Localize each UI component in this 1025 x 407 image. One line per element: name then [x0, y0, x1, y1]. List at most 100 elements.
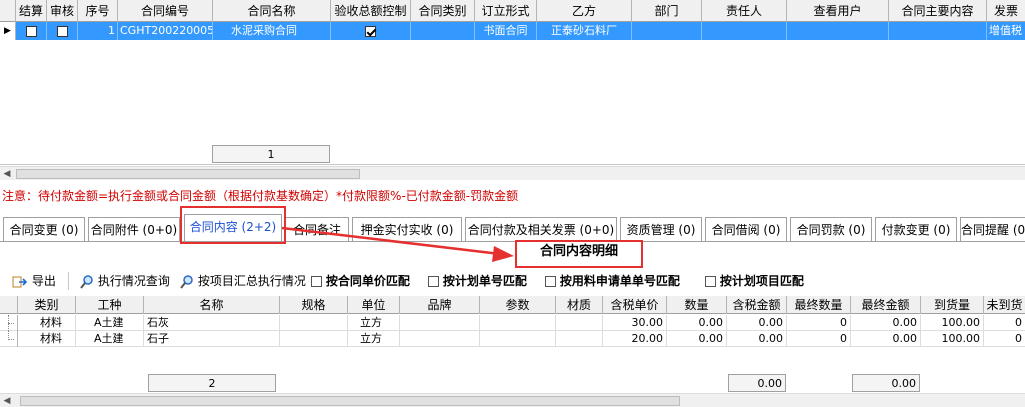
col-header[interactable]: 单位	[348, 296, 400, 314]
col-header[interactable]: 合同编号	[118, 0, 213, 22]
cell-param[interactable]	[480, 331, 556, 347]
cell-unarrived[interactable]: 0	[984, 331, 1025, 347]
col-header[interactable]: 发票	[987, 0, 1025, 22]
col-header[interactable]: 参数	[480, 296, 556, 314]
tab-reminder[interactable]: 合同提醒 (0)	[960, 217, 1025, 241]
match-plan-item-checkbox[interactable]: 按计划项目匹配	[705, 270, 804, 292]
col-header[interactable]: 审核	[47, 0, 78, 22]
col-header[interactable]: 最终数量	[787, 296, 851, 314]
cell-final-amount[interactable]: 0.00	[851, 315, 921, 331]
highlight-box-tab	[180, 206, 286, 244]
col-header[interactable]: 查看用户	[787, 0, 889, 22]
col-header[interactable]: 工种	[76, 296, 144, 314]
col-header[interactable]: 含税单价	[603, 296, 667, 314]
cell-price[interactable]: 20.00	[603, 331, 667, 347]
acceptance-control-checkbox[interactable]	[331, 22, 411, 40]
match-price-checkbox[interactable]: 按合同单价匹配	[311, 270, 410, 292]
row-contract-no: CGHT200220005	[118, 22, 213, 40]
search-icon	[80, 274, 93, 289]
row-count-box: 1	[212, 145, 330, 163]
cell-brand[interactable]	[400, 331, 480, 347]
row-tree-icon	[0, 331, 18, 347]
cell-param[interactable]	[480, 315, 556, 331]
col-header[interactable]: 数量	[667, 296, 727, 314]
cell-price[interactable]: 30.00	[603, 315, 667, 331]
cell-qty[interactable]: 0.00	[667, 315, 727, 331]
cell-material[interactable]	[556, 331, 603, 347]
col-header[interactable]: 最终金额	[851, 296, 921, 314]
scroll-thumb[interactable]	[20, 396, 680, 406]
cell-unit[interactable]: 立方	[348, 331, 400, 347]
col-header[interactable]: 名称	[144, 296, 280, 314]
cell-amount[interactable]: 0.00	[727, 315, 787, 331]
tab-contract-change[interactable]: 合同变更 (0)	[3, 217, 85, 241]
audited-checkbox[interactable]	[47, 22, 78, 40]
col-header[interactable]: 合同类别	[411, 0, 475, 22]
cell-name[interactable]: 石子	[144, 331, 280, 347]
tab-qualification[interactable]: 资质管理 (0)	[620, 217, 702, 241]
col-header[interactable]: 验收总额控制	[331, 0, 411, 22]
scroll-left-icon[interactable]: ◀	[0, 167, 14, 181]
cell-final-amount[interactable]: 0.00	[851, 331, 921, 347]
contract-list-grid[interactable]: 结算 审核 序号 合同编号 合同名称 验收总额控制 合同类别 订立形式 乙方 部…	[0, 0, 1025, 165]
col-header[interactable]: 类别	[18, 296, 76, 314]
export-button[interactable]: 导出	[12, 270, 56, 292]
contract-list-header: 结算 审核 序号 合同编号 合同名称 验收总额控制 合同类别 订立形式 乙方 部…	[0, 0, 1025, 22]
cell-arrived[interactable]: 100.00	[921, 331, 984, 347]
col-header[interactable]: 含税金额	[727, 296, 787, 314]
col-header[interactable]: 未到货	[984, 296, 1025, 314]
settled-checkbox[interactable]	[16, 22, 47, 40]
cell-qty[interactable]: 0.00	[667, 331, 727, 347]
col-header[interactable]: 结算	[16, 0, 47, 22]
search-icon	[180, 274, 193, 289]
table-row[interactable]: 材料 A土建 石子 立方 20.00 0.00 0.00 0 0.00 100.…	[0, 331, 1025, 347]
cell-spec[interactable]	[280, 331, 348, 347]
cell-material[interactable]	[556, 315, 603, 331]
col-header[interactable]: 材质	[556, 296, 603, 314]
cell-unarrived[interactable]: 0	[984, 315, 1025, 331]
top-horizontal-scrollbar[interactable]: ◀	[0, 166, 1025, 180]
cell-name[interactable]: 石灰	[144, 315, 280, 331]
col-header[interactable]: 部门	[632, 0, 702, 22]
by-item-label: 按项目汇总执行情况	[197, 274, 306, 288]
match-request-no-checkbox[interactable]: 按用料申请单单号匹配	[545, 270, 680, 292]
scroll-left-icon[interactable]: ◀	[0, 394, 14, 407]
col-header[interactable]: 品牌	[400, 296, 480, 314]
cell-final-qty[interactable]: 0	[787, 331, 851, 347]
cell-category[interactable]: 材料	[18, 331, 76, 347]
match-plan-no-checkbox[interactable]: 按计划单号匹配	[428, 270, 527, 292]
col-header[interactable]: 订立形式	[475, 0, 537, 22]
cell-work-type[interactable]: A土建	[76, 315, 144, 331]
col-header[interactable]: 规格	[280, 296, 348, 314]
tab-borrow[interactable]: 合同借阅 (0)	[705, 217, 787, 241]
row-seq: 1	[78, 22, 118, 40]
toolbar-separator	[68, 272, 69, 290]
cell-spec[interactable]	[280, 315, 348, 331]
by-item-button[interactable]: 按项目汇总执行情况	[180, 270, 306, 292]
cell-unit[interactable]: 立方	[348, 315, 400, 331]
col-header[interactable]: 到货量	[921, 296, 984, 314]
col-header[interactable]: 合同主要内容	[889, 0, 987, 22]
cell-work-type[interactable]: A土建	[76, 331, 144, 347]
col-header[interactable]: 合同名称	[213, 0, 331, 22]
cell-brand[interactable]	[400, 315, 480, 331]
tab-payment-change[interactable]: 付款变更 (0)	[875, 217, 957, 241]
cell-category[interactable]: 材料	[18, 315, 76, 331]
col-header[interactable]: 责任人	[702, 0, 787, 22]
tab-attachments[interactable]: 合同附件 (0+0)	[88, 217, 180, 241]
tab-penalty[interactable]: 合同罚款 (0)	[790, 217, 872, 241]
col-header[interactable]: 乙方	[537, 0, 632, 22]
content-row-count: 2	[148, 374, 276, 392]
table-row-selected[interactable]: ▶ 1 CGHT200220005 水泥采购合同 书面合同 正泰砂石料厂 增值税	[0, 22, 1025, 40]
cell-final-qty[interactable]: 0	[787, 315, 851, 331]
row-contract-name: 水泥采购合同	[213, 22, 331, 40]
match-plan-no-label: 按计划单号匹配	[442, 274, 527, 288]
table-row[interactable]: 材料 A土建 石灰 立方 30.00 0.00 0.00 0 0.00 100.…	[0, 315, 1025, 331]
exec-query-button[interactable]: 执行情况查询	[80, 270, 170, 292]
cell-amount[interactable]: 0.00	[727, 331, 787, 347]
col-header[interactable]: 序号	[78, 0, 118, 22]
cell-arrived[interactable]: 100.00	[921, 315, 984, 331]
scroll-thumb[interactable]	[16, 169, 360, 179]
bottom-horizontal-scrollbar[interactable]: ◀	[0, 393, 1025, 407]
highlight-arrow-icon	[281, 226, 514, 262]
